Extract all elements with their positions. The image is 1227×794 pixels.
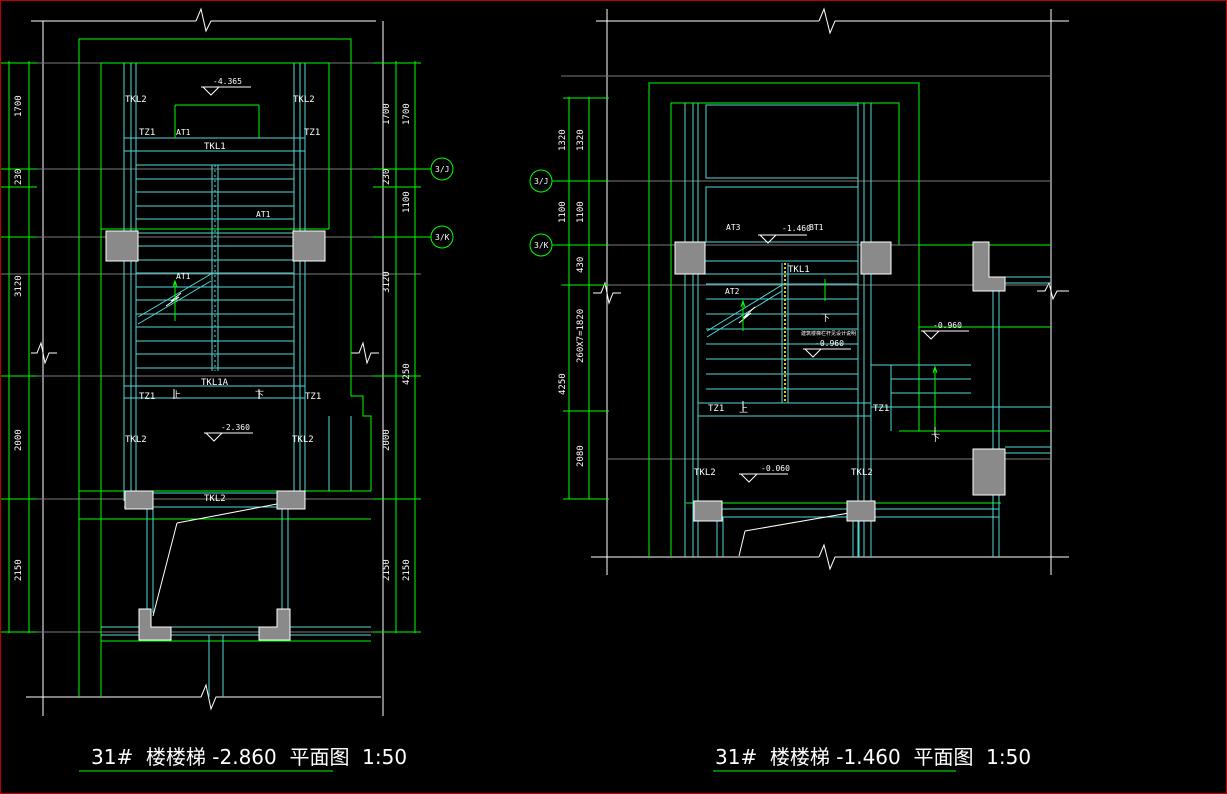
dim-right-outer-1700: 1700	[402, 103, 412, 125]
label-tz1-tr: TZ1	[304, 128, 320, 138]
label-tz1-r: TZ1	[873, 404, 889, 414]
label-up-right: 上	[739, 404, 748, 415]
dim-left-230: 230	[14, 169, 24, 185]
label-tkl1: TKL1	[204, 142, 226, 152]
elevation-left-top: -4.365	[213, 77, 242, 86]
axis-tag-right-k: 3/K	[534, 241, 549, 250]
dim-left-2000: 2000	[14, 429, 24, 451]
label-bt1: BT1	[809, 223, 824, 232]
elevation-right-3: -0.960	[933, 321, 962, 330]
right-stair-plan	[529, 7, 1069, 772]
elevation-right-4: -0.060	[761, 464, 790, 473]
label-note: 建筑楼梯栏杆见设计说明	[801, 330, 856, 337]
label-tkl2-tl: TKL2	[125, 95, 147, 105]
dim-right-outer-2150: 2150	[402, 559, 412, 581]
label-tkl2-tr: TKL2	[293, 95, 315, 105]
dim-rlo-1100: 1100	[558, 201, 568, 223]
label-tz1-tl: TZ1	[139, 128, 155, 138]
label-up: 上	[172, 390, 181, 401]
label-tkl2-ml: TKL2	[125, 435, 147, 445]
label-at2: AT2	[725, 287, 740, 296]
label-tkl2-l: TKL2	[694, 468, 716, 478]
label-down: 下	[255, 391, 264, 401]
left-dimension-texts: 1700 230 3120 2000 2150 1700 230 3120 20…	[14, 95, 412, 581]
dim-left-1700: 1700	[14, 95, 24, 117]
dim-left-2150: 2150	[14, 559, 24, 581]
cad-drawing-canvas: 1700 230 3120 2000 2150 1700 230 3120 20…	[0, 0, 1227, 794]
dim-right-inner-230: 230	[382, 169, 392, 185]
dim-rl-430: 430	[576, 257, 586, 273]
axis-tag-left-k: 3/K	[435, 233, 450, 242]
label-at1-right: AT1	[256, 210, 271, 219]
dim-rl-1320-a: 1320	[576, 129, 586, 151]
dim-right-outer-1100: 1100	[402, 191, 412, 213]
dim-rl-260x7: 260X7=1820	[576, 309, 586, 363]
label-down-right: 下	[931, 434, 940, 444]
dim-left-3120: 3120	[14, 275, 24, 297]
label-tkl2-mr: TKL2	[292, 435, 314, 445]
label-tz1-br: TZ1	[305, 392, 321, 402]
label-tz1-bl: TZ1	[139, 392, 155, 402]
right-dimension-texts: 1320 1100 430 260X7=1820 2080 1320 1100 …	[558, 129, 586, 467]
axis-tag-left-j: 3/J	[435, 165, 449, 174]
label-at3: AT3	[726, 223, 741, 232]
axis-tag-right-j: 3/J	[534, 177, 548, 186]
dim-right-inner-1700: 1700	[382, 103, 392, 125]
label-at1-mid: AT1	[176, 272, 191, 281]
stair-plan-drawing: 1700 230 3120 2000 2150 1700 230 3120 20…	[1, 7, 1069, 772]
dim-rl-2080: 2080	[576, 445, 586, 467]
label-tkl2-r: TKL2	[851, 468, 873, 478]
label-tkl2-bottom: TKL2	[204, 494, 226, 504]
elevation-left-mid: -2.360	[221, 423, 250, 432]
elevation-right-2: -0.960	[815, 339, 844, 348]
dim-right-inner-2000: 2000	[382, 429, 392, 451]
label-tz1-l: TZ1	[708, 404, 724, 414]
dim-right-inner-2150: 2150	[382, 559, 392, 581]
dim-rl-1100-a: 1100	[576, 201, 586, 223]
dim-right-inner-3120: 3120	[382, 271, 392, 293]
label-tkl1a: TKL1A	[201, 378, 229, 388]
dim-rlo-1320: 1320	[558, 129, 568, 151]
dim-rlo-4250: 4250	[558, 373, 568, 395]
elevation-right-1: -1.460	[782, 224, 811, 233]
right-plan-title: 31# 楼楼梯 -1.460 平面图 1:50	[715, 745, 1031, 769]
label-down-mid: 下	[821, 314, 830, 324]
dim-right-outer-4250: 4250	[402, 363, 412, 385]
right-annotation-texts: AT3 BT1 TKL1 AT2 建筑楼梯栏杆见设计说明 TZ1 TZ1 上 下…	[534, 177, 1031, 769]
label-at1-top: AT1	[176, 128, 191, 137]
label-tkl1-right: TKL1	[788, 265, 810, 275]
left-plan-title: 31# 楼楼梯 -2.860 平面图 1:50	[91, 745, 407, 769]
